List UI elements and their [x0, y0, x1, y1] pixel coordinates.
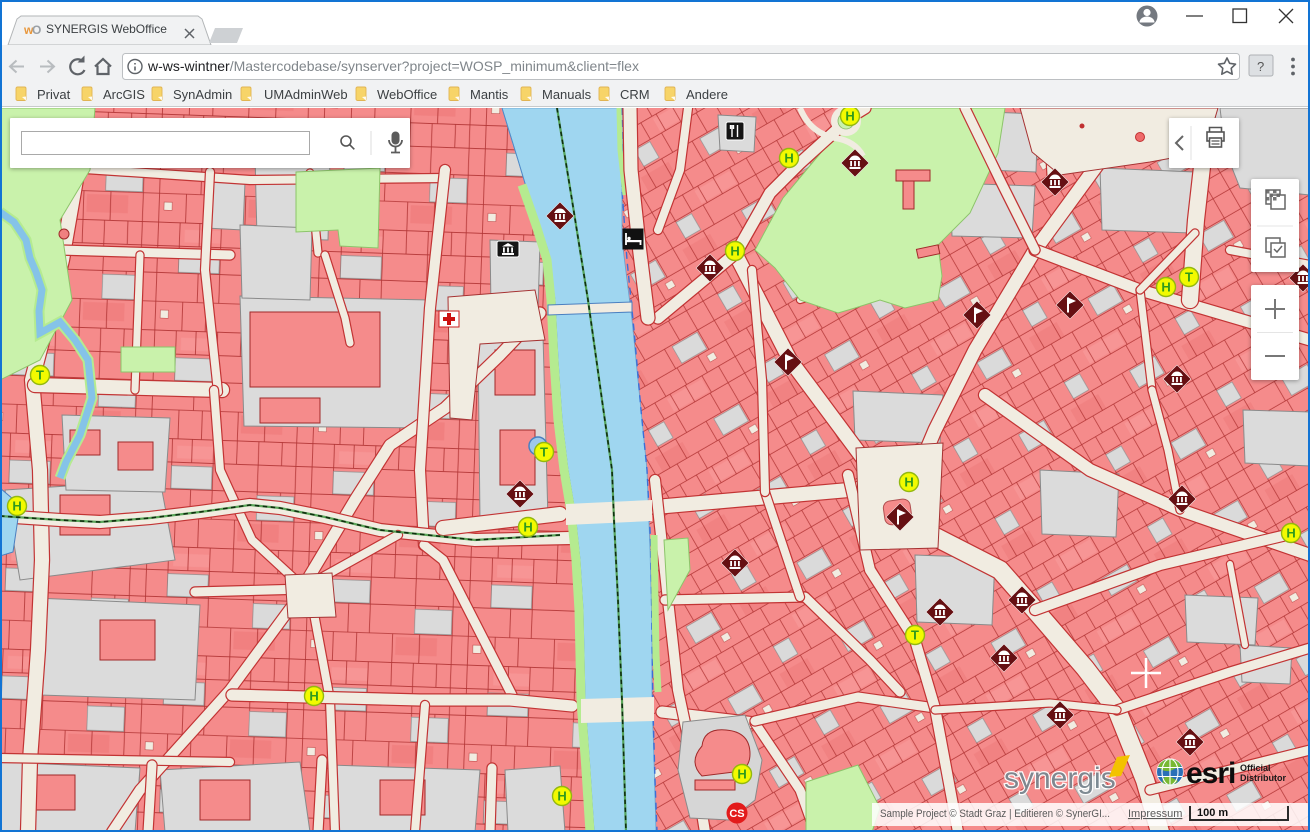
svg-text:Distributor: Distributor	[1240, 773, 1286, 783]
svg-text:SYNERGIS WebOffice: SYNERGIS WebOffice	[46, 22, 167, 36]
svg-text:H: H	[784, 151, 793, 166]
svg-text:H: H	[557, 789, 566, 804]
svg-text:H: H	[1286, 526, 1295, 541]
svg-text:Sample Project © Stadt Graz |: Sample Project © Stadt Graz | Editieren …	[880, 808, 1110, 820]
svg-text:synergis: synergis	[1004, 762, 1116, 795]
svg-text:CRM: CRM	[620, 87, 650, 102]
svg-text:H: H	[904, 475, 913, 490]
svg-text:H: H	[737, 767, 746, 782]
svg-text:CS: CS	[729, 808, 744, 820]
svg-text:100 m: 100 m	[1197, 807, 1228, 819]
svg-text:Official: Official	[1240, 763, 1271, 773]
svg-text:WebOffice: WebOffice	[377, 87, 437, 102]
svg-text:H: H	[730, 244, 739, 259]
svg-text:Manuals: Manuals	[542, 87, 592, 102]
svg-text:Privat: Privat	[37, 87, 71, 102]
svg-text:Impressum: Impressum	[1128, 808, 1182, 820]
svg-text:?: ?	[1257, 59, 1264, 74]
svg-text:Andere: Andere	[686, 87, 728, 102]
svg-text:H: H	[523, 520, 532, 535]
svg-text:UMAdminWeb: UMAdminWeb	[264, 87, 348, 102]
svg-text:SynAdmin: SynAdmin	[173, 87, 232, 102]
svg-text:w-ws-wintner/Mastercodebase/sy: w-ws-wintner/Mastercodebase/synserver?pr…	[147, 58, 639, 74]
svg-text:H: H	[1161, 280, 1170, 295]
svg-text:T: T	[36, 368, 44, 383]
svg-text:T: T	[540, 445, 548, 460]
svg-text:esri: esri	[1186, 757, 1235, 790]
svg-text:ArcGIS: ArcGIS	[103, 87, 145, 102]
svg-text:T: T	[911, 628, 919, 643]
svg-text:H: H	[309, 689, 318, 704]
svg-text:H: H	[12, 499, 21, 514]
svg-text:H: H	[845, 109, 854, 124]
svg-text:O: O	[32, 23, 41, 37]
svg-text:T: T	[1185, 270, 1193, 285]
svg-text:Mantis: Mantis	[470, 87, 509, 102]
